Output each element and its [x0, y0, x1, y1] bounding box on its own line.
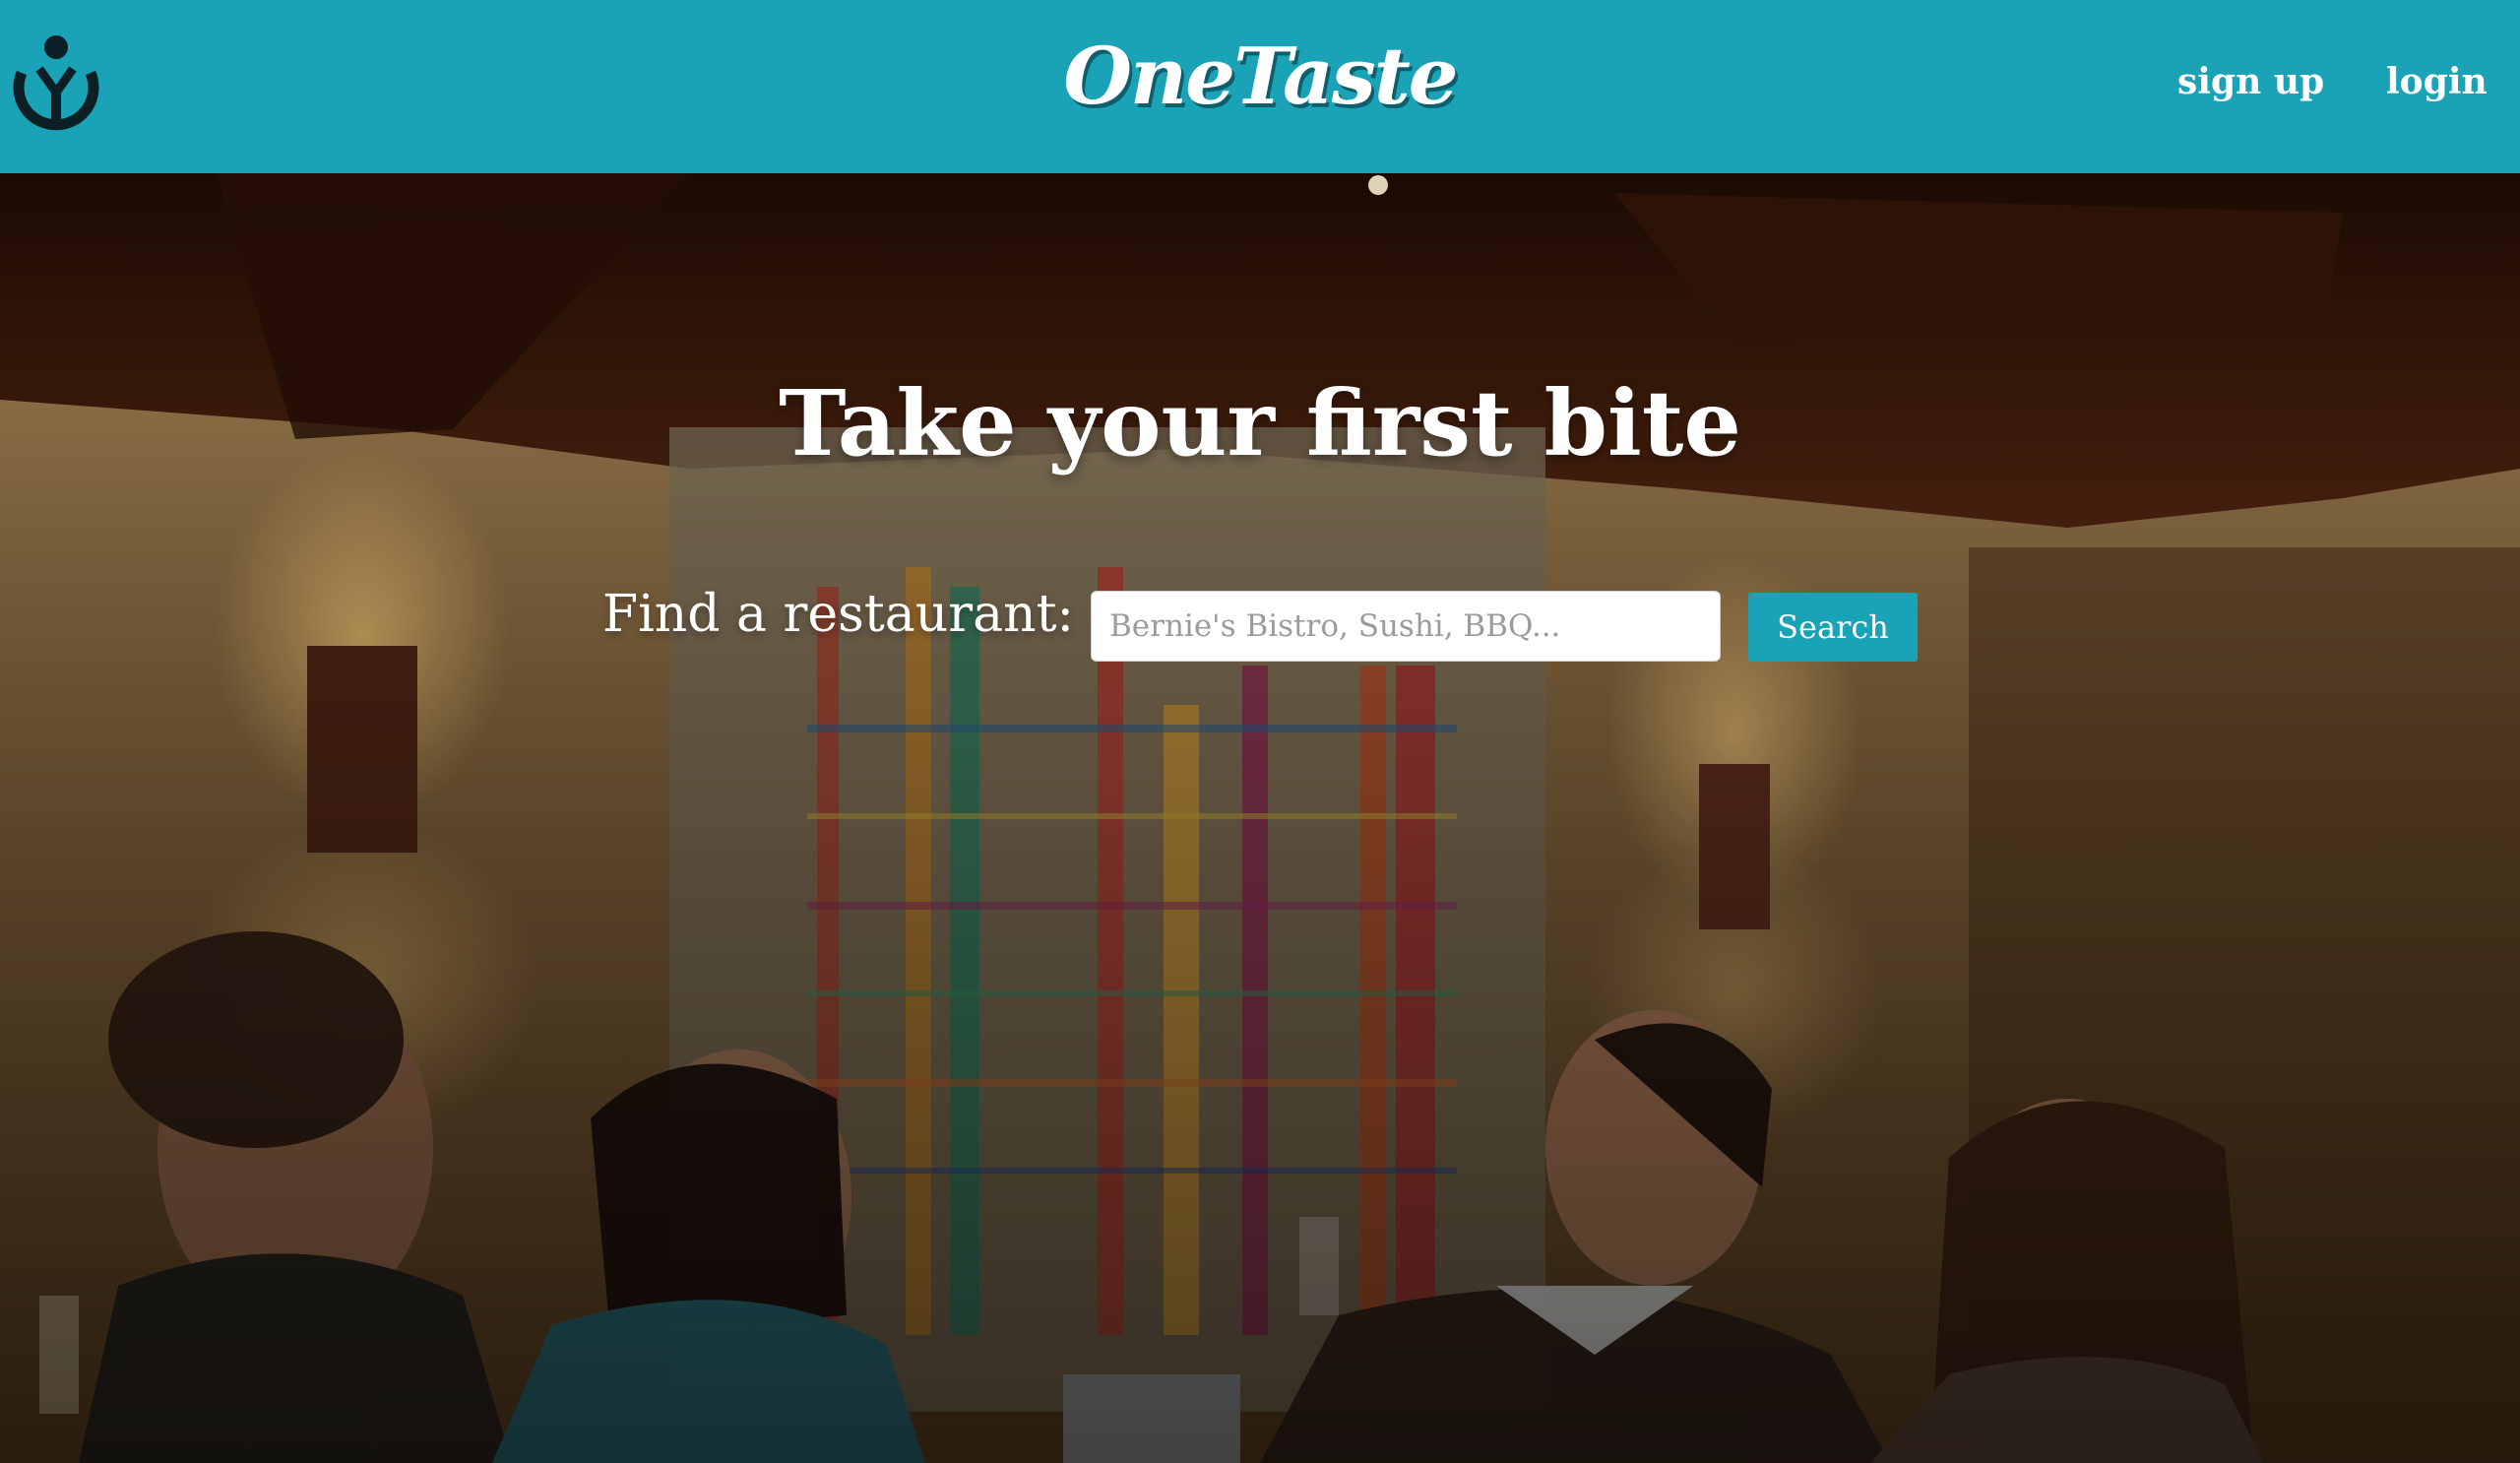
top-navbar: OneTaste sign up login [0, 0, 2520, 173]
brand-logo-text[interactable]: OneTaste [0, 30, 2520, 122]
hero-section: Take your first bite Find a restaurant: … [0, 173, 2520, 1463]
restaurant-search-input[interactable] [1091, 591, 1721, 662]
hero-title: Take your first bite [779, 370, 1741, 477]
search-button[interactable]: Search [1748, 593, 1918, 662]
signup-link[interactable]: sign up [2177, 61, 2324, 102]
login-link[interactable]: login [2386, 61, 2488, 102]
find-restaurant-label: Find a restaurant: [602, 585, 1075, 644]
restaurant-diners-photo [0, 173, 2520, 1463]
